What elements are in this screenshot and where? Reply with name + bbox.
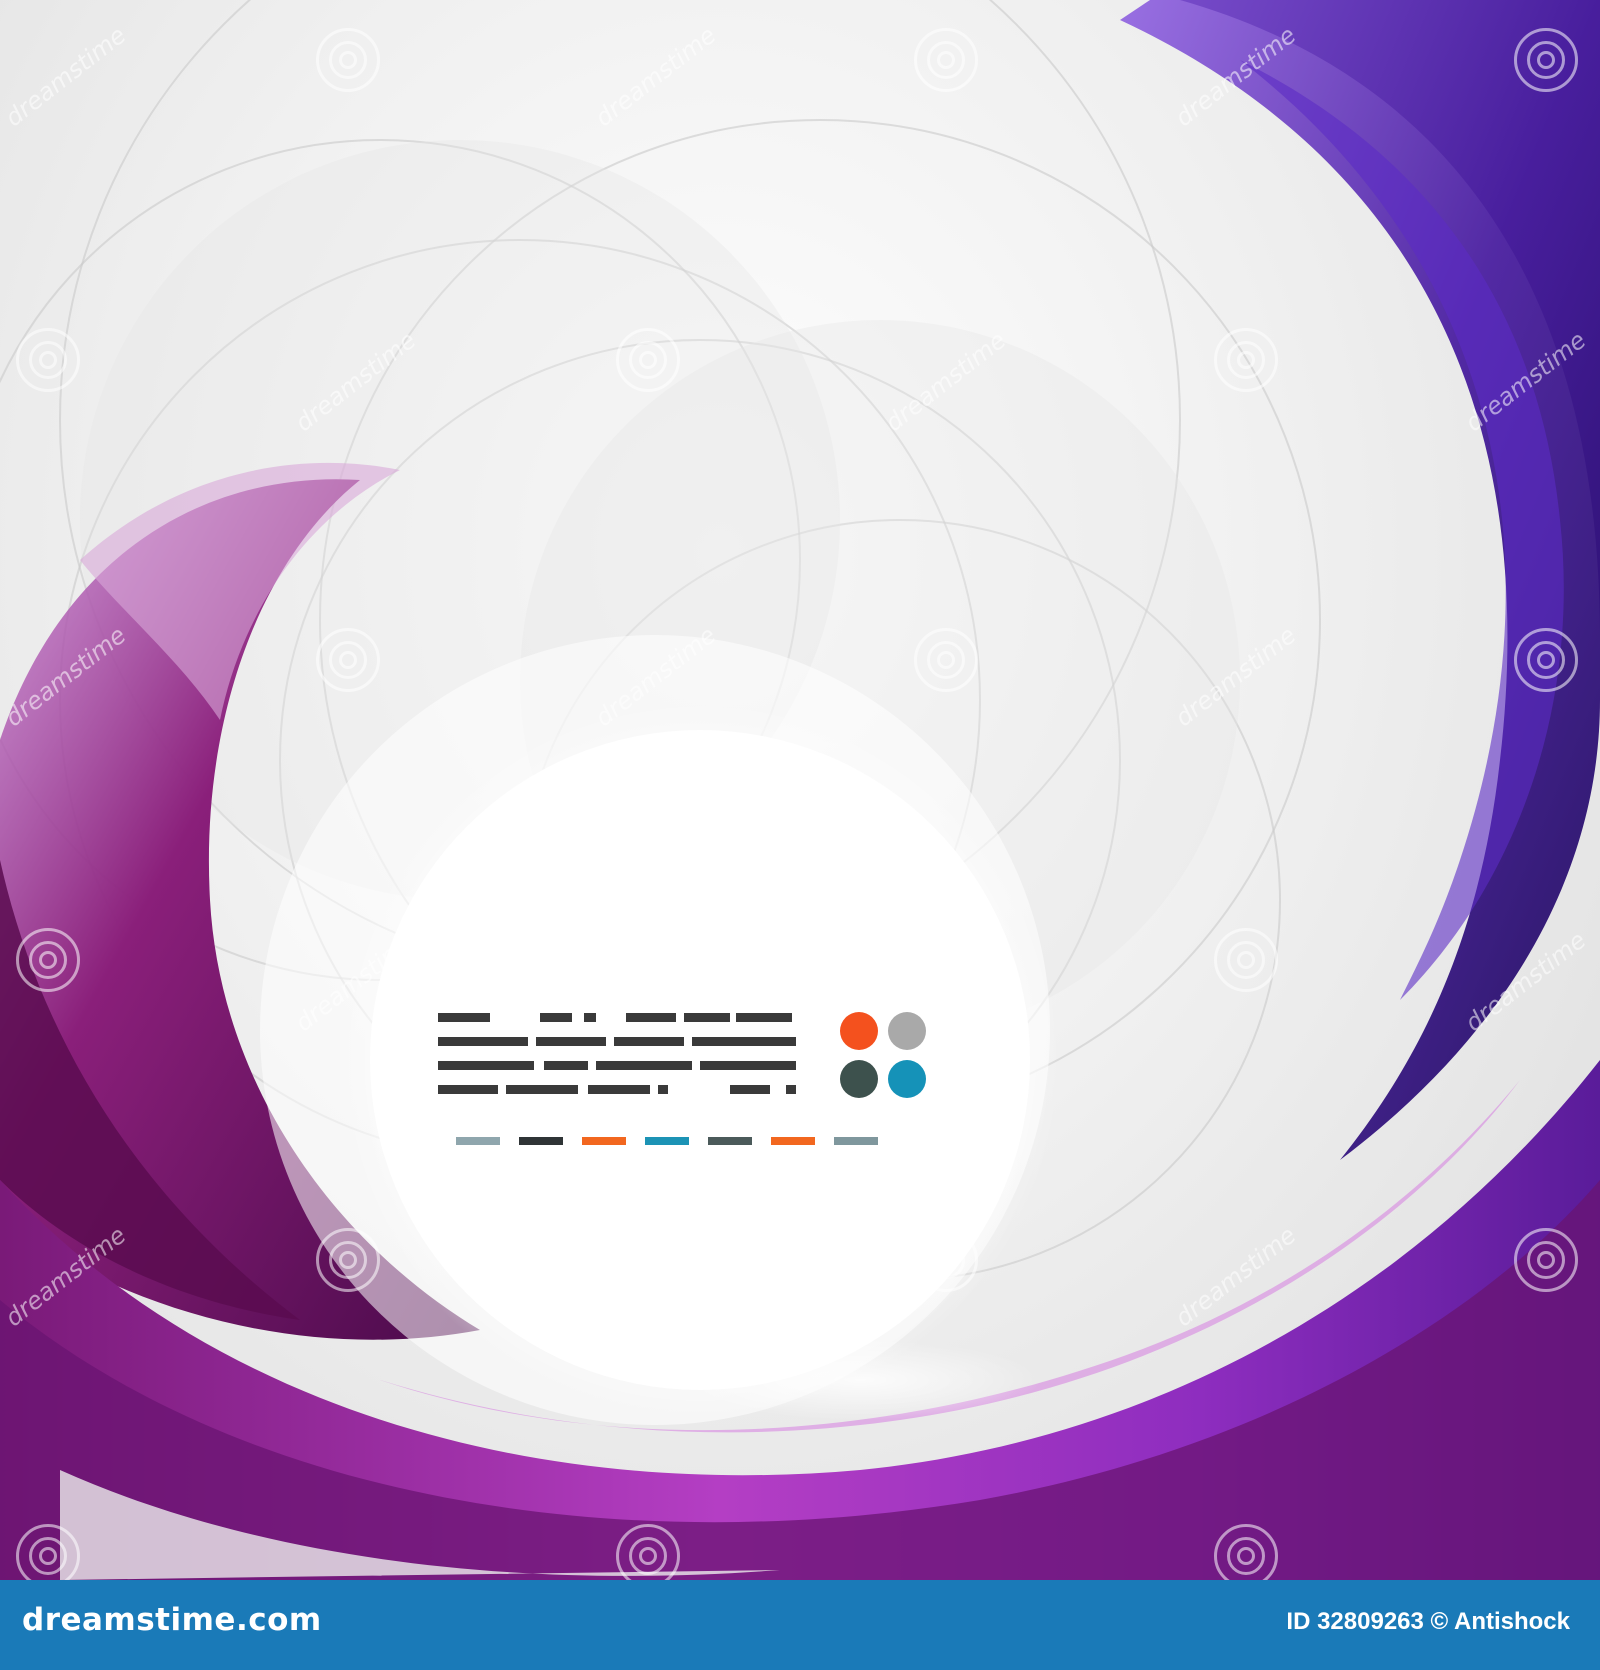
placeholder-line	[438, 1061, 796, 1070]
spiral-icon	[616, 928, 680, 992]
spiral-icon	[16, 328, 80, 392]
swatch-bar	[582, 1137, 626, 1145]
swatch-bar	[771, 1137, 815, 1145]
placeholder-line	[438, 1013, 796, 1022]
swatch-bar	[519, 1137, 563, 1145]
spiral-icon	[316, 28, 380, 92]
dot-gray	[888, 1012, 926, 1050]
spiral-icon	[16, 928, 80, 992]
spiral-icon	[1214, 928, 1278, 992]
swirl-shapes	[0, 0, 1600, 1580]
spiral-icon	[1514, 28, 1578, 92]
swatch-bar	[456, 1137, 500, 1145]
placeholder-line	[438, 1037, 796, 1046]
placeholder-text-block	[438, 1013, 796, 1097]
dot-darkgreen	[840, 1060, 878, 1098]
spiral-icon	[914, 28, 978, 92]
dot-orange	[840, 1012, 878, 1050]
swatch-bar	[834, 1137, 878, 1145]
swatch-bar	[708, 1137, 752, 1145]
abstract-swirl-artwork: dreamstime dreamstime dreamstime dreamst…	[0, 0, 1600, 1580]
spiral-icon	[616, 328, 680, 392]
image-credit: ID 32809263 © Antishock	[1286, 1608, 1570, 1635]
swatch-bar	[645, 1137, 689, 1145]
footer-bar: dreamstime.com ID 32809263 © Antishock	[0, 1580, 1600, 1670]
spiral-icon	[616, 1524, 680, 1580]
spiral-icon	[316, 628, 380, 692]
spiral-icon	[914, 628, 978, 692]
spiral-icon	[1514, 1228, 1578, 1292]
site-logo[interactable]: dreamstime.com	[22, 1602, 322, 1638]
spiral-icon	[1214, 328, 1278, 392]
dot-teal	[888, 1060, 926, 1098]
spiral-icon	[914, 1228, 978, 1292]
spiral-icon	[1514, 628, 1578, 692]
spiral-icon	[316, 1228, 380, 1292]
spiral-icon	[1214, 1524, 1278, 1580]
placeholder-line	[438, 1085, 796, 1094]
spiral-icon	[16, 1524, 80, 1580]
